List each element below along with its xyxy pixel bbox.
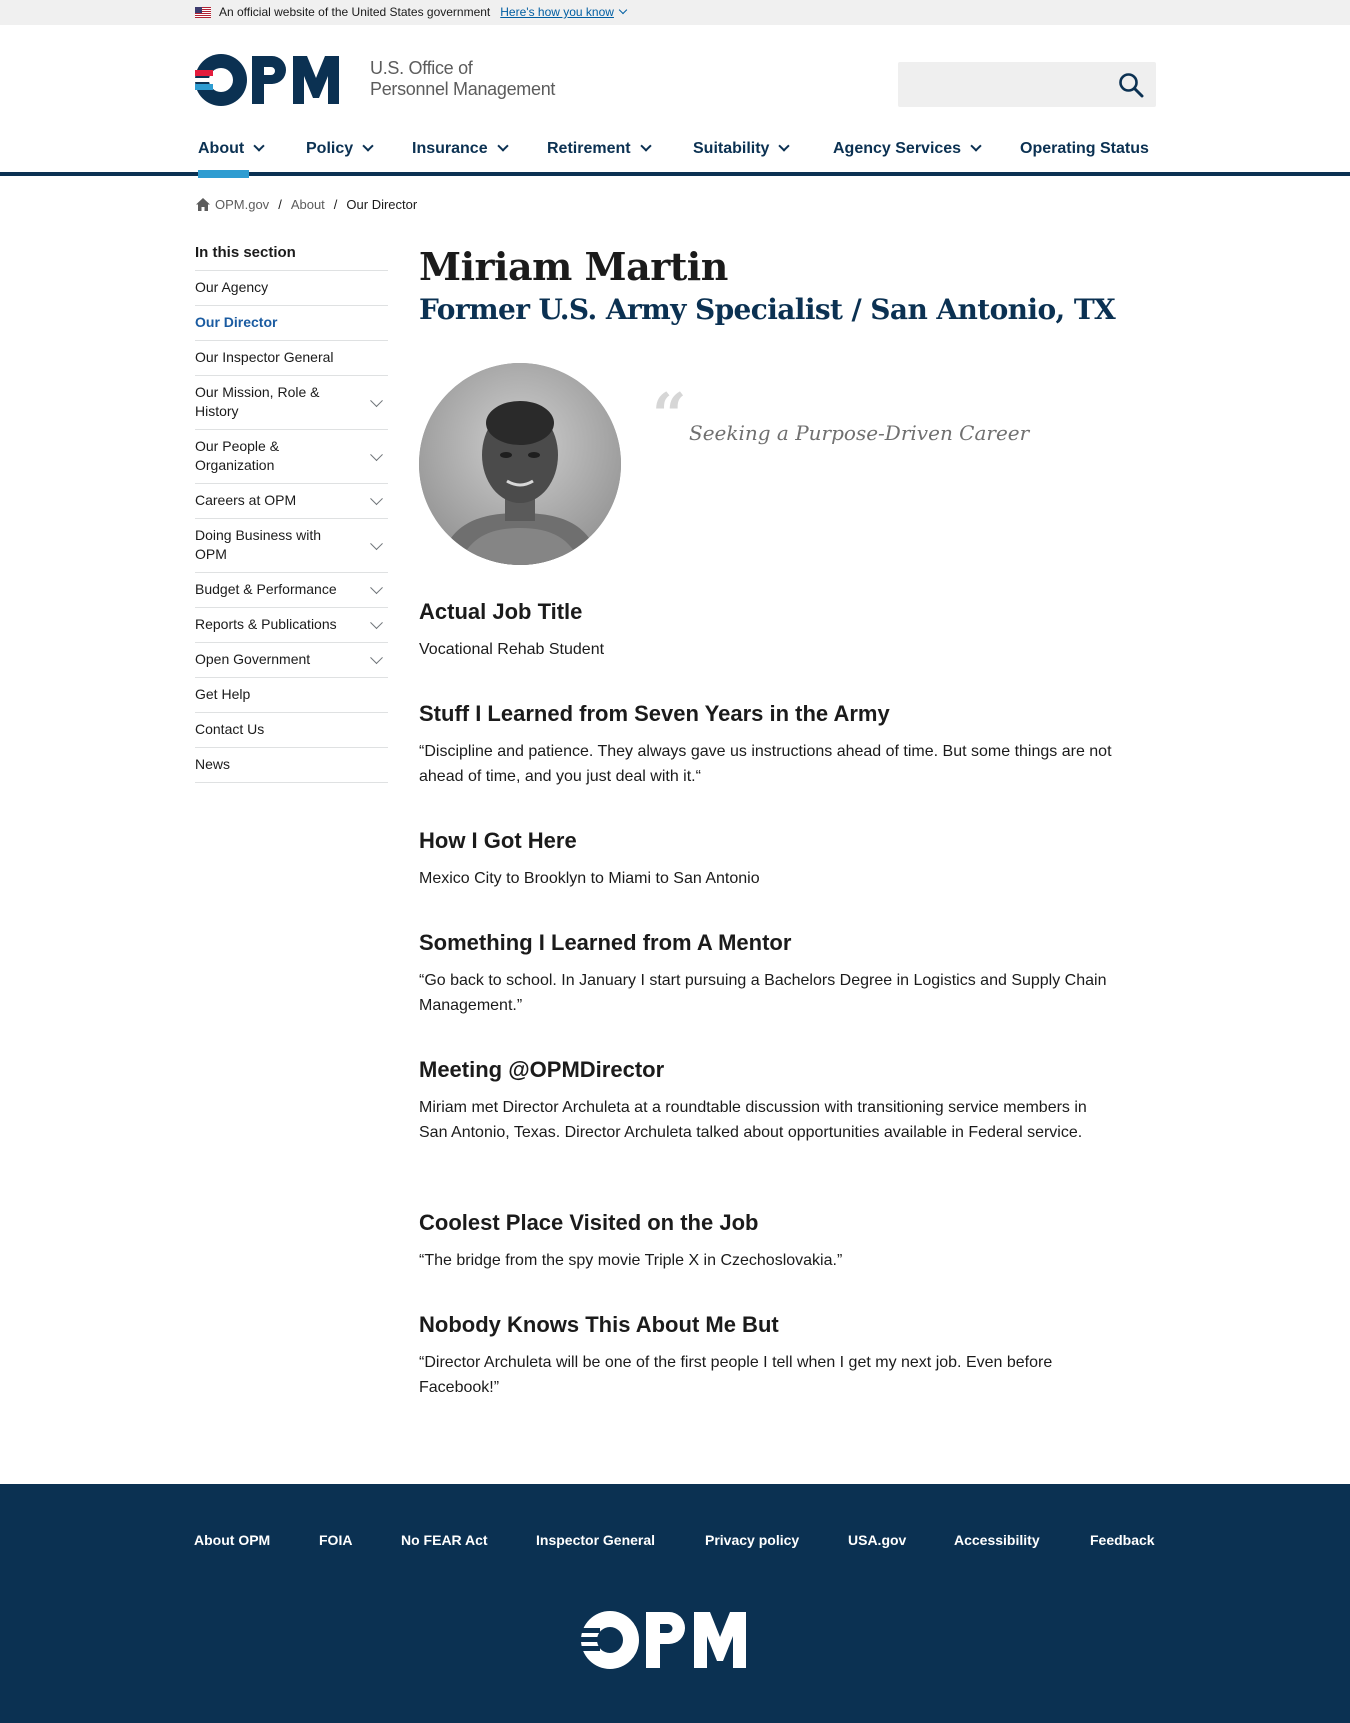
chevron-down-icon[interactable]: [370, 581, 383, 595]
section-body: “Discipline and patience. They always ga…: [419, 743, 1112, 785]
section-body: Vocational Rehab Student: [419, 641, 605, 658]
home-icon: [196, 198, 210, 211]
section-body: Miriam met Director Archuleta at a round…: [419, 1099, 1087, 1141]
sidebar-item-people-organization[interactable]: Our People & Organization: [195, 430, 388, 484]
footer-link-foia[interactable]: FOIA: [319, 1532, 352, 1548]
section-meeting-director: Meeting @OPMDirector Miriam met Director…: [419, 1057, 1119, 1145]
section-army-lessons: Stuff I Learned from Seven Years in the …: [419, 701, 1119, 789]
sidebar-item-careers[interactable]: Careers at OPM: [195, 484, 388, 519]
nav-insurance[interactable]: Insurance: [412, 140, 509, 158]
section-sidenav: Our Agency Our Director Our Inspector Ge…: [195, 270, 388, 783]
sidenav-title: In this section: [195, 244, 296, 261]
footer-link-accessibility[interactable]: Accessibility: [954, 1532, 1040, 1548]
breadcrumb-home[interactable]: OPM.gov: [215, 197, 269, 212]
sidebar-item-get-help[interactable]: Get Help: [195, 678, 388, 713]
sidebar-item-our-agency[interactable]: Our Agency: [195, 271, 388, 306]
nav-about[interactable]: About: [198, 140, 265, 158]
chevron-down-icon: [970, 140, 982, 152]
chevron-down-icon: [362, 140, 374, 152]
sidebar-item-mission-role-history[interactable]: Our Mission, Role & History: [195, 376, 388, 430]
chevron-down-icon: [778, 140, 791, 152]
footer-link-privacy-policy[interactable]: Privacy policy: [705, 1532, 799, 1548]
portrait-photo: [419, 363, 621, 565]
footer-link-inspector-general[interactable]: Inspector General: [536, 1532, 655, 1548]
pull-quote: Seeking a Purpose-Driven Career: [689, 421, 1030, 445]
sidebar-item-reports-publications[interactable]: Reports & Publications: [195, 608, 388, 643]
breadcrumb-about[interactable]: About: [291, 197, 325, 212]
section-how-i-got-here: How I Got Here Mexico City to Brooklyn t…: [419, 828, 1119, 891]
nav-agency-services[interactable]: Agency Services: [833, 140, 982, 158]
chevron-down-icon: [496, 140, 509, 152]
chevron-down-icon[interactable]: [370, 536, 383, 550]
section-heading: Stuff I Learned from Seven Years in the …: [419, 701, 890, 726]
sidebar-item-contact-us[interactable]: Contact Us: [195, 713, 388, 748]
section-actual-job-title: Actual Job Title Vocational Rehab Studen…: [419, 599, 1119, 662]
footer-link-usa-gov[interactable]: USA.gov: [848, 1532, 906, 1548]
section-heading: How I Got Here: [419, 828, 577, 853]
nav-retirement[interactable]: Retirement: [547, 140, 652, 158]
breadcrumb-current: Our Director: [346, 197, 418, 212]
section-body: “Go back to school. In January I start p…: [419, 972, 1107, 1014]
chevron-down-icon[interactable]: [618, 5, 628, 15]
section-nobody-knows: Nobody Knows This About Me But “Director…: [419, 1312, 1119, 1400]
chevron-down-icon[interactable]: [370, 616, 383, 630]
sidebar-item-budget-performance[interactable]: Budget & Performance: [195, 573, 388, 608]
breadcrumb: OPM.gov / About / Our Director: [196, 197, 417, 212]
section-coolest-place: Coolest Place Visited on the Job “The br…: [419, 1210, 1119, 1273]
gov-banner: An official website of the United States…: [0, 0, 1350, 25]
section-heading: Nobody Knows This About Me But: [419, 1312, 779, 1337]
chevron-down-icon: [639, 140, 652, 152]
section-heading: Coolest Place Visited on the Job: [419, 1210, 759, 1235]
sidebar-item-inspector-general[interactable]: Our Inspector General: [195, 341, 388, 376]
section-heading: Meeting @OPMDirector: [419, 1057, 665, 1082]
chevron-down-icon[interactable]: [370, 651, 383, 665]
section-heading: Something I Learned from A Mentor: [419, 930, 792, 955]
section-body: “Director Archuleta will be one of the f…: [419, 1354, 1053, 1396]
site-footer: About OPM FOIA No FEAR Act Inspector Gen…: [0, 1484, 1350, 1723]
sidebar-item-our-director[interactable]: Our Director: [195, 306, 388, 341]
nav-active-indicator: [198, 170, 249, 178]
main-navigation: About Policy Insurance Retirement Suitab…: [0, 126, 1350, 176]
chevron-down-icon[interactable]: [370, 393, 383, 407]
chevron-down-icon[interactable]: [370, 492, 383, 506]
search-icon[interactable]: [1118, 72, 1144, 98]
chevron-down-icon[interactable]: [370, 447, 383, 461]
section-body: Mexico City to Brooklyn to Miami to San …: [419, 870, 760, 887]
page-subtitle: Former U.S. Army Specialist / San Antoni…: [419, 293, 1116, 326]
footer-link-about-opm[interactable]: About OPM: [194, 1532, 270, 1548]
nav-operating-status[interactable]: Operating Status: [1020, 140, 1149, 158]
quote-mark-icon: “: [652, 381, 687, 451]
heres-how-you-know-link[interactable]: Here's how you know: [500, 5, 614, 19]
chevron-down-icon: [253, 140, 265, 152]
footer-link-no-fear-act[interactable]: No FEAR Act: [401, 1532, 488, 1548]
sidebar-item-news[interactable]: News: [195, 748, 388, 783]
gov-banner-text: An official website of the United States…: [219, 5, 491, 19]
page-title: Miriam Martin: [419, 244, 728, 289]
sidebar-item-open-government[interactable]: Open Government: [195, 643, 388, 678]
opm-logo[interactable]: [195, 54, 355, 106]
nav-suitability[interactable]: Suitability: [693, 140, 791, 158]
section-body: “The bridge from the spy movie Triple X …: [419, 1252, 843, 1269]
section-mentor: Something I Learned from A Mentor “Go ba…: [419, 930, 1119, 1018]
footer-opm-logo[interactable]: [580, 1610, 765, 1670]
footer-link-feedback[interactable]: Feedback: [1090, 1532, 1155, 1548]
us-flag-icon: [195, 6, 211, 18]
section-heading: Actual Job Title: [419, 599, 583, 624]
nav-policy[interactable]: Policy: [306, 140, 374, 158]
agency-name: U.S. Office of Personnel Management: [370, 58, 556, 99]
sidebar-item-doing-business[interactable]: Doing Business with OPM: [195, 519, 388, 573]
